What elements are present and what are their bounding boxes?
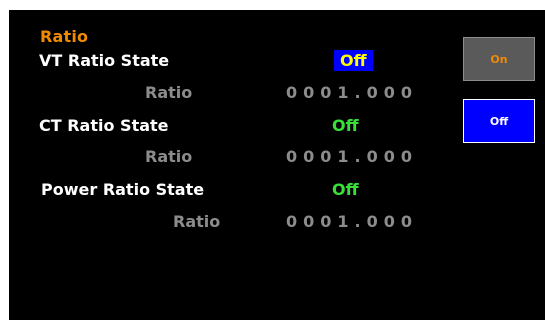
power-ratio-state-value[interactable]: Off bbox=[332, 180, 359, 199]
page-title: Ratio bbox=[40, 27, 89, 46]
display-screen: Ratio VT Ratio State Off Ratio 0001.000 … bbox=[9, 10, 545, 320]
power-ratio-value[interactable]: 0001.000 bbox=[286, 212, 418, 231]
vt-ratio-state-label: VT Ratio State bbox=[39, 51, 170, 70]
softkey-on-button[interactable]: On bbox=[463, 37, 535, 81]
vt-ratio-state-value[interactable]: Off bbox=[334, 50, 373, 71]
softkey-off-button[interactable]: Off bbox=[463, 99, 535, 143]
power-ratio-label: Ratio bbox=[173, 212, 221, 231]
power-ratio-state-label: Power Ratio State bbox=[41, 180, 205, 199]
ct-ratio-state-label: CT Ratio State bbox=[39, 116, 169, 135]
ct-ratio-label: Ratio bbox=[145, 147, 193, 166]
ct-ratio-value[interactable]: 0001.000 bbox=[286, 147, 418, 166]
vt-ratio-label: Ratio bbox=[145, 83, 193, 102]
vt-ratio-value[interactable]: 0001.000 bbox=[286, 83, 418, 102]
ct-ratio-state-value[interactable]: Off bbox=[332, 116, 359, 135]
